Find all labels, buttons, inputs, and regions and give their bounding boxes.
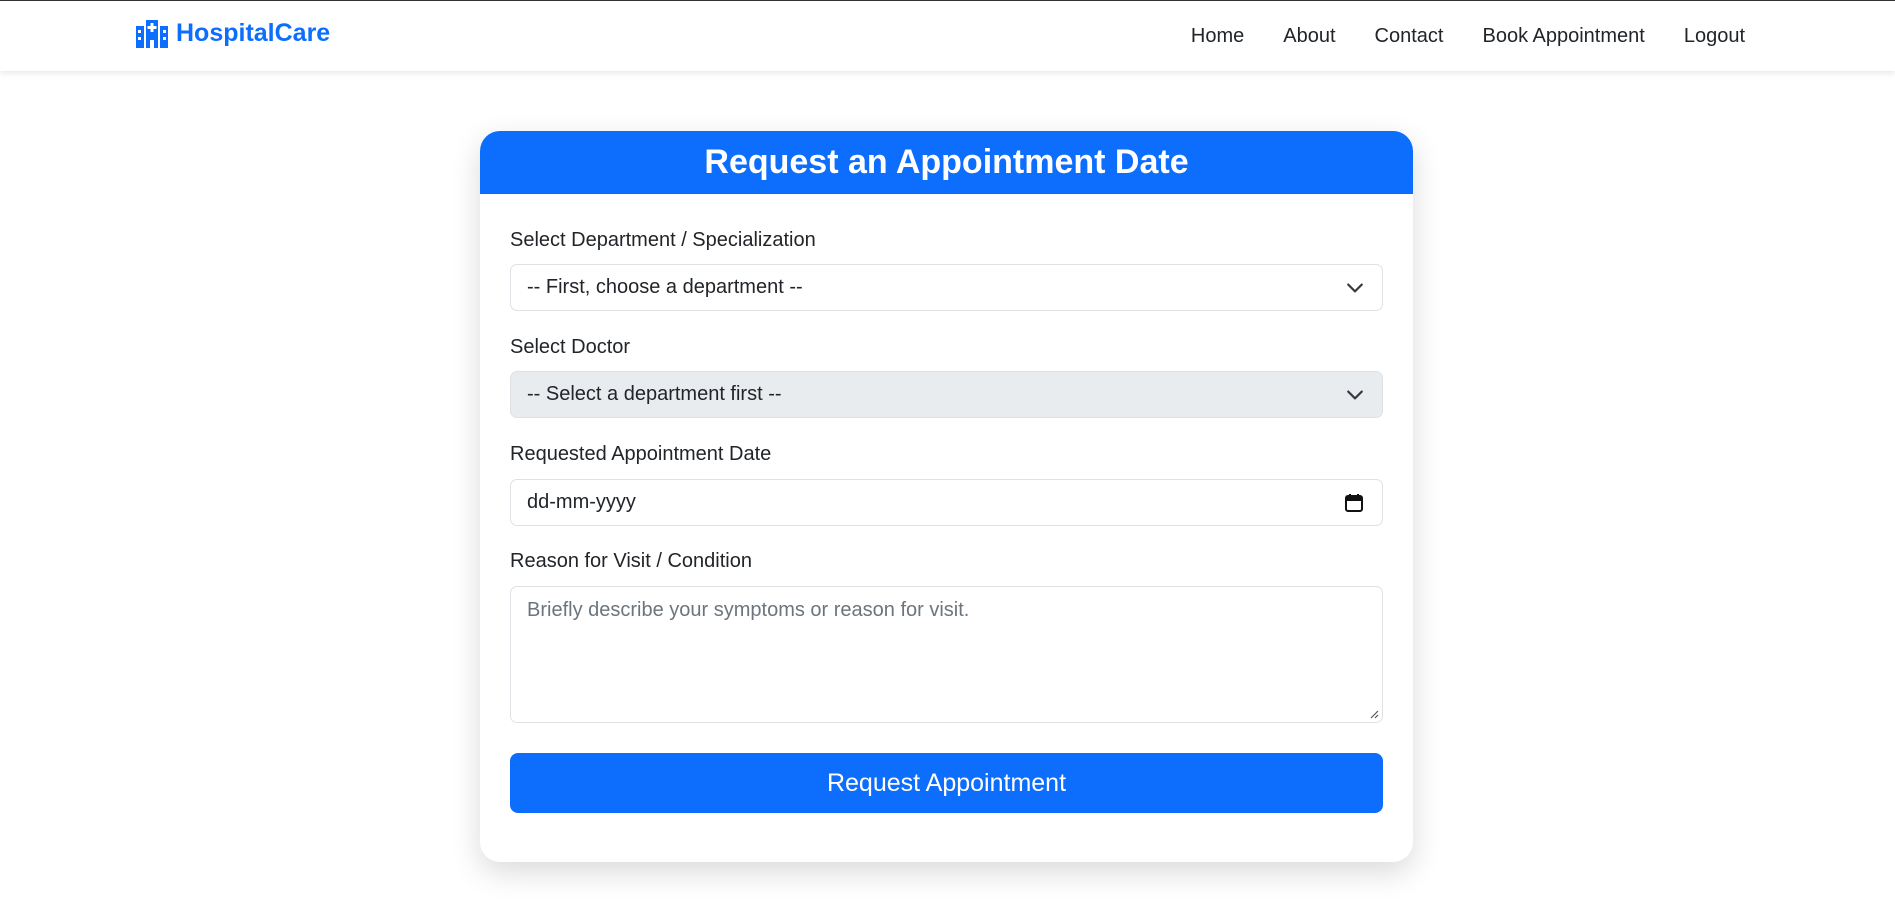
nav-link-contact[interactable]: Contact: [1375, 25, 1444, 48]
form-title: Request an Appointment Date: [480, 131, 1413, 194]
chevron-down-icon: [1347, 283, 1363, 292]
doctor-select-value: -- Select a department first --: [527, 383, 782, 405]
brand-name: HospitalCare: [176, 19, 331, 47]
brand-logo-link[interactable]: HospitalCare: [136, 19, 330, 48]
hospital-icon: [136, 19, 168, 48]
nav-link-book-appointment[interactable]: Book Appointment: [1482, 25, 1644, 48]
department-select-value: -- First, choose a department --: [527, 276, 803, 298]
appointment-date-input[interactable]: dd-mm-yyyy: [510, 479, 1383, 526]
request-appointment-button[interactable]: Request Appointment: [510, 753, 1383, 813]
nav-link-logout[interactable]: Logout: [1684, 25, 1745, 48]
reason-textarea[interactable]: Briefly describe your symptoms or reason…: [510, 586, 1383, 723]
department-label: Select Department / Specialization: [510, 229, 816, 251]
appointment-form-card: Request an Appointment Date Select Depar…: [480, 131, 1413, 862]
doctor-select[interactable]: -- Select a department first --: [510, 371, 1383, 418]
reason-label: Reason for Visit / Condition: [510, 550, 752, 572]
chevron-down-icon: [1347, 390, 1363, 399]
date-label: Requested Appointment Date: [510, 443, 772, 465]
navbar: HospitalCare Home About Contact Book App…: [0, 1, 1895, 71]
calendar-icon[interactable]: [1344, 493, 1364, 513]
nav-link-home[interactable]: Home: [1191, 25, 1244, 48]
department-select[interactable]: -- First, choose a department --: [510, 264, 1383, 311]
nav-link-about[interactable]: About: [1283, 25, 1335, 48]
reason-placeholder: Briefly describe your symptoms or reason…: [527, 599, 970, 621]
doctor-label: Select Doctor: [510, 336, 631, 358]
date-input-value: dd-mm-yyyy: [527, 491, 636, 513]
resize-handle-icon[interactable]: [1369, 709, 1379, 719]
nav-links: Home About Contact Book Appointment Logo…: [1191, 1, 1745, 71]
